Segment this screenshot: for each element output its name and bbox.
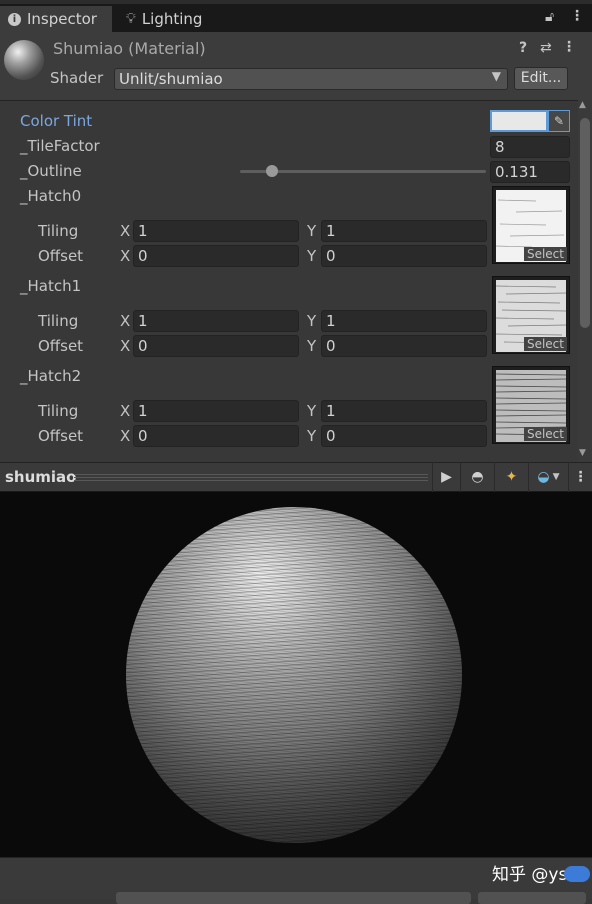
- hatch0-tiling-y-field[interactable]: 1: [321, 220, 487, 242]
- scroll-down-arrow-icon[interactable]: ▼: [579, 448, 586, 458]
- inspector-scrollbar-thumb[interactable]: [580, 118, 590, 328]
- help-icon[interactable]: ?: [519, 40, 527, 56]
- material-thumbnail: [4, 40, 44, 80]
- axis-x-label: X: [120, 427, 131, 445]
- hatch1-texture-slot[interactable]: Select: [492, 276, 570, 354]
- hatch1-offset-y-field[interactable]: 0: [321, 335, 487, 357]
- shader-dropdown-value: Unlit/shumiao: [119, 70, 223, 88]
- hatch0-tiling-x-field[interactable]: 1: [133, 220, 299, 242]
- hatch1-tiling-y-field[interactable]: 1: [321, 310, 487, 332]
- hatch2-tiling-label: Tiling: [38, 402, 79, 420]
- outline-label: _Outline: [20, 162, 82, 180]
- preview-title: shumiao: [5, 468, 77, 486]
- hatch1-offset-x-field[interactable]: 0: [133, 335, 299, 357]
- shader-label: Shader: [50, 69, 104, 87]
- axis-x-label: X: [120, 312, 131, 330]
- axis-y-label: Y: [307, 222, 317, 240]
- axis-y-label: Y: [307, 247, 317, 265]
- axis-x-label: X: [120, 337, 131, 355]
- light-toggle-icon[interactable]: ✦: [494, 462, 528, 492]
- hatch2-label: _Hatch2: [20, 367, 82, 385]
- tile-factor-label: _TileFactor: [20, 137, 100, 155]
- shader-dropdown[interactable]: Unlit/shumiao ▼: [114, 68, 508, 90]
- hatch0-offset-y-field[interactable]: 0: [321, 245, 487, 267]
- material-title: Shumiao (Material): [53, 39, 206, 58]
- hatch0-label: _Hatch0: [20, 187, 82, 205]
- eyedropper-icon[interactable]: ✎: [548, 110, 570, 132]
- lock-icon[interactable]: 🔓︎: [545, 9, 554, 25]
- hatch2-offset-y-field[interactable]: 0: [321, 425, 487, 447]
- hatch2-offset-label: Offset: [38, 427, 84, 445]
- preset-icon[interactable]: ⇄: [540, 40, 552, 56]
- axis-y-label: Y: [307, 427, 317, 445]
- watermark-badge-icon: [564, 866, 590, 882]
- color-tint-label: Color Tint: [20, 112, 93, 130]
- tab-lighting[interactable]: 💡︎ Lighting: [118, 6, 218, 32]
- hatch1-label: _Hatch1: [20, 277, 82, 295]
- watermark-text: 知乎 @ys: [492, 865, 568, 885]
- hatch1-select-button[interactable]: Select: [523, 337, 567, 351]
- asset-variant-dropdown[interactable]: [478, 892, 586, 904]
- axis-y-label: Y: [307, 402, 317, 420]
- material-preview-viewport[interactable]: [0, 492, 592, 857]
- hatch0-offset-x-field[interactable]: 0: [133, 245, 299, 267]
- play-icon[interactable]: ▶: [432, 462, 460, 492]
- kebab-menu-icon[interactable]: ⋮: [570, 8, 584, 24]
- preview-sphere: [126, 507, 462, 843]
- hatch0-select-button[interactable]: Select: [523, 247, 567, 261]
- edit-shader-button[interactable]: Edit...: [514, 67, 568, 90]
- axis-y-label: Y: [307, 337, 317, 355]
- info-icon: i: [8, 12, 21, 26]
- outline-field[interactable]: 0.131: [490, 161, 570, 183]
- chevron-down-icon: ▼: [491, 69, 501, 83]
- hatch2-offset-x-field[interactable]: 0: [133, 425, 299, 447]
- asset-bundle-dropdown[interactable]: [116, 892, 471, 904]
- hatch1-offset-label: Offset: [38, 337, 84, 355]
- kebab-menu-icon[interactable]: ⋮: [568, 462, 592, 492]
- kebab-menu-icon[interactable]: ⋮: [562, 39, 576, 55]
- scroll-up-arrow-icon[interactable]: ▲: [579, 100, 586, 110]
- lightbulb-icon: 💡︎: [126, 11, 136, 27]
- hatch0-tiling-label: Tiling: [38, 222, 79, 240]
- hatch2-texture-slot[interactable]: Select: [492, 366, 570, 444]
- outline-slider-handle[interactable]: [266, 165, 279, 177]
- tab-inspector-label: Inspector: [27, 10, 97, 28]
- hatch0-texture-slot[interactable]: Select: [492, 186, 570, 264]
- hatch2-tiling-y-field[interactable]: 1: [321, 400, 487, 422]
- tab-lighting-label: Lighting: [141, 10, 203, 28]
- axis-x-label: X: [120, 222, 131, 240]
- axis-x-label: X: [120, 247, 131, 265]
- color-tint-swatch[interactable]: [490, 110, 548, 132]
- tab-inspector[interactable]: i Inspector: [0, 6, 112, 32]
- sphere-mesh-icon[interactable]: ◓: [460, 462, 494, 492]
- hatch2-tiling-x-field[interactable]: 1: [133, 400, 299, 422]
- tile-factor-field[interactable]: 8: [490, 136, 570, 158]
- preview-drag-handle[interactable]: [74, 474, 428, 481]
- hatch2-select-button[interactable]: Select: [523, 427, 567, 441]
- inspector-tab-bar: i Inspector 💡︎ Lighting 🔓︎ ⋮: [0, 0, 592, 32]
- hatch0-offset-label: Offset: [38, 247, 84, 265]
- axis-x-label: X: [120, 402, 131, 420]
- hatch1-tiling-label: Tiling: [38, 312, 79, 330]
- hatch1-tiling-x-field[interactable]: 1: [133, 310, 299, 332]
- axis-y-label: Y: [307, 312, 317, 330]
- preview-background-icon[interactable]: ◒ ▼: [528, 462, 568, 492]
